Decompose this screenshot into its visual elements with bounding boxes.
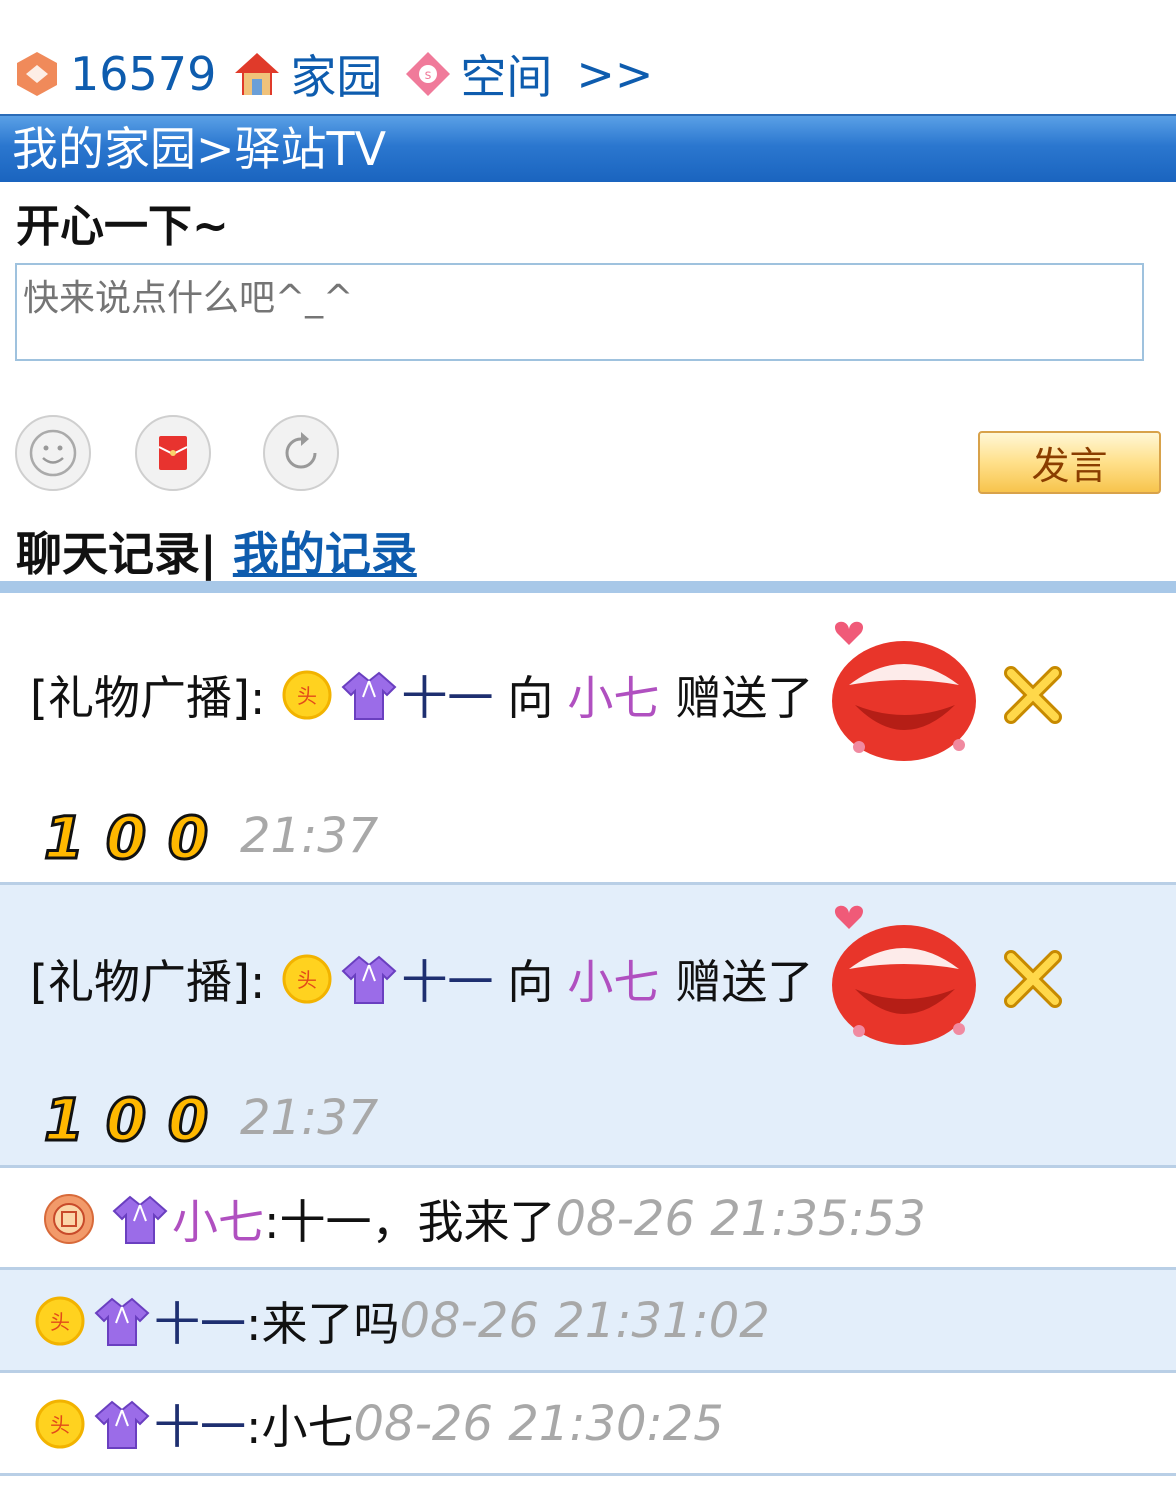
digit-icon: 0 — [164, 806, 212, 866]
digit-icon: 0 — [102, 1088, 150, 1148]
purple-robe-icon — [341, 667, 397, 723]
timestamp: 21:37 — [240, 808, 379, 864]
digit-icon: 0 — [102, 806, 150, 866]
svg-text:1: 1 — [44, 1088, 84, 1148]
timestamp: 08-26 21:31:02 — [399, 1293, 770, 1349]
home-link[interactable]: 家园 — [290, 41, 382, 107]
gift-action: 赠送了 — [675, 671, 814, 725]
chat-username[interactable]: 十一 — [154, 1391, 246, 1457]
svg-text:0: 0 — [168, 806, 208, 866]
svg-text:0: 0 — [106, 806, 146, 866]
space-link[interactable]: 空间 — [460, 41, 552, 107]
gift-verb: 向 — [507, 671, 554, 725]
gift-prefix: [礼物广播]: — [30, 671, 266, 725]
list-item: [礼物广播]: 头 十一 向 小七 赠送了 1 0 0 21:37 — [0, 593, 1176, 885]
tab-chat-log[interactable]: 聊天记录| — [16, 527, 217, 581]
coin-badge-icon: 头 — [279, 951, 335, 1007]
chat-message: :小七 — [246, 1400, 354, 1454]
list-item: 头 十一 :来了吗 08-26 21:31:02 — [0, 1270, 1176, 1373]
svg-text:1: 1 — [44, 806, 84, 866]
more-link[interactable]: >> — [576, 47, 653, 101]
top-nav: 16579 家园 s 空间 >> — [12, 42, 653, 106]
coin-badge-icon: 头 — [32, 1293, 88, 1349]
svg-text:0: 0 — [168, 1088, 208, 1148]
purple-robe-icon — [94, 1396, 150, 1452]
purple-robe-icon — [112, 1191, 168, 1247]
emoji-button[interactable] — [15, 415, 91, 491]
gift-receiver[interactable]: 小七 — [567, 662, 659, 728]
purple-robe-icon — [341, 951, 397, 1007]
gift-sender[interactable]: 十一 — [401, 946, 493, 1012]
purple-robe-icon — [94, 1293, 150, 1349]
gift-verb: 向 — [507, 955, 554, 1009]
gift-sender[interactable]: 十一 — [401, 662, 493, 728]
section-divider — [0, 581, 1176, 593]
list-item: 小七 :十一，我来了 08-26 21:35:53 — [0, 1168, 1176, 1270]
smiley-icon — [29, 429, 77, 477]
chat-message: :来了吗 — [246, 1297, 400, 1351]
message-input[interactable] — [15, 263, 1144, 361]
user-count-link[interactable]: 16579 — [70, 47, 216, 101]
list-item: 头 十一 :小七 08-26 21:30:25 — [0, 1373, 1176, 1476]
chat-username[interactable]: 小七 — [172, 1186, 264, 1252]
diamond-icon: s — [404, 50, 452, 98]
house-icon — [232, 49, 282, 99]
gift-action: 赠送了 — [675, 955, 814, 1009]
hex-badge-icon — [12, 49, 62, 99]
svg-text:0: 0 — [106, 1088, 146, 1148]
chat-username[interactable]: 十一 — [154, 1288, 246, 1354]
svg-text:头: 头 — [297, 684, 317, 708]
times-icon — [1003, 665, 1063, 725]
svg-text:s: s — [425, 68, 432, 83]
timestamp: 08-26 21:35:53 — [555, 1191, 926, 1247]
digit-icon: 0 — [164, 1088, 212, 1148]
chat-message: :十一，我来了 — [264, 1195, 556, 1249]
digit-icon: 1 — [40, 806, 88, 866]
gift-prefix: [礼物广播]: — [30, 955, 266, 1009]
coin-badge-icon: 头 — [32, 1396, 88, 1452]
record-tabs: 聊天记录| 我的记录 — [16, 518, 417, 584]
coin-badge-icon: 头 — [279, 667, 335, 723]
send-button[interactable]: 发言 — [978, 431, 1161, 494]
tab-my-log[interactable]: 我的记录 — [233, 527, 417, 581]
refresh-icon — [285, 432, 317, 469]
times-icon — [1003, 949, 1063, 1009]
svg-text:头: 头 — [50, 1310, 70, 1334]
lips-gift-icon — [819, 899, 989, 1059]
digit-icon: 1 — [40, 1088, 88, 1148]
red-envelope-icon — [158, 436, 188, 470]
page-title-bar: 我的家园>驿站TV — [0, 114, 1176, 182]
red-envelope-button[interactable] — [135, 415, 211, 491]
medal-icon — [42, 1192, 96, 1246]
timestamp: 21:37 — [240, 1090, 379, 1146]
section-title: 开心一下~ — [16, 201, 229, 252]
timestamp: 08-26 21:30:25 — [353, 1396, 724, 1452]
refresh-button[interactable] — [263, 415, 339, 491]
svg-text:头: 头 — [50, 1413, 70, 1437]
lips-gift-icon — [819, 615, 989, 775]
gift-receiver[interactable]: 小七 — [567, 946, 659, 1012]
list-item: [礼物广播]: 头 十一 向 小七 赠送了 1 0 0 21:37 — [0, 885, 1176, 1168]
svg-text:头: 头 — [297, 968, 317, 992]
